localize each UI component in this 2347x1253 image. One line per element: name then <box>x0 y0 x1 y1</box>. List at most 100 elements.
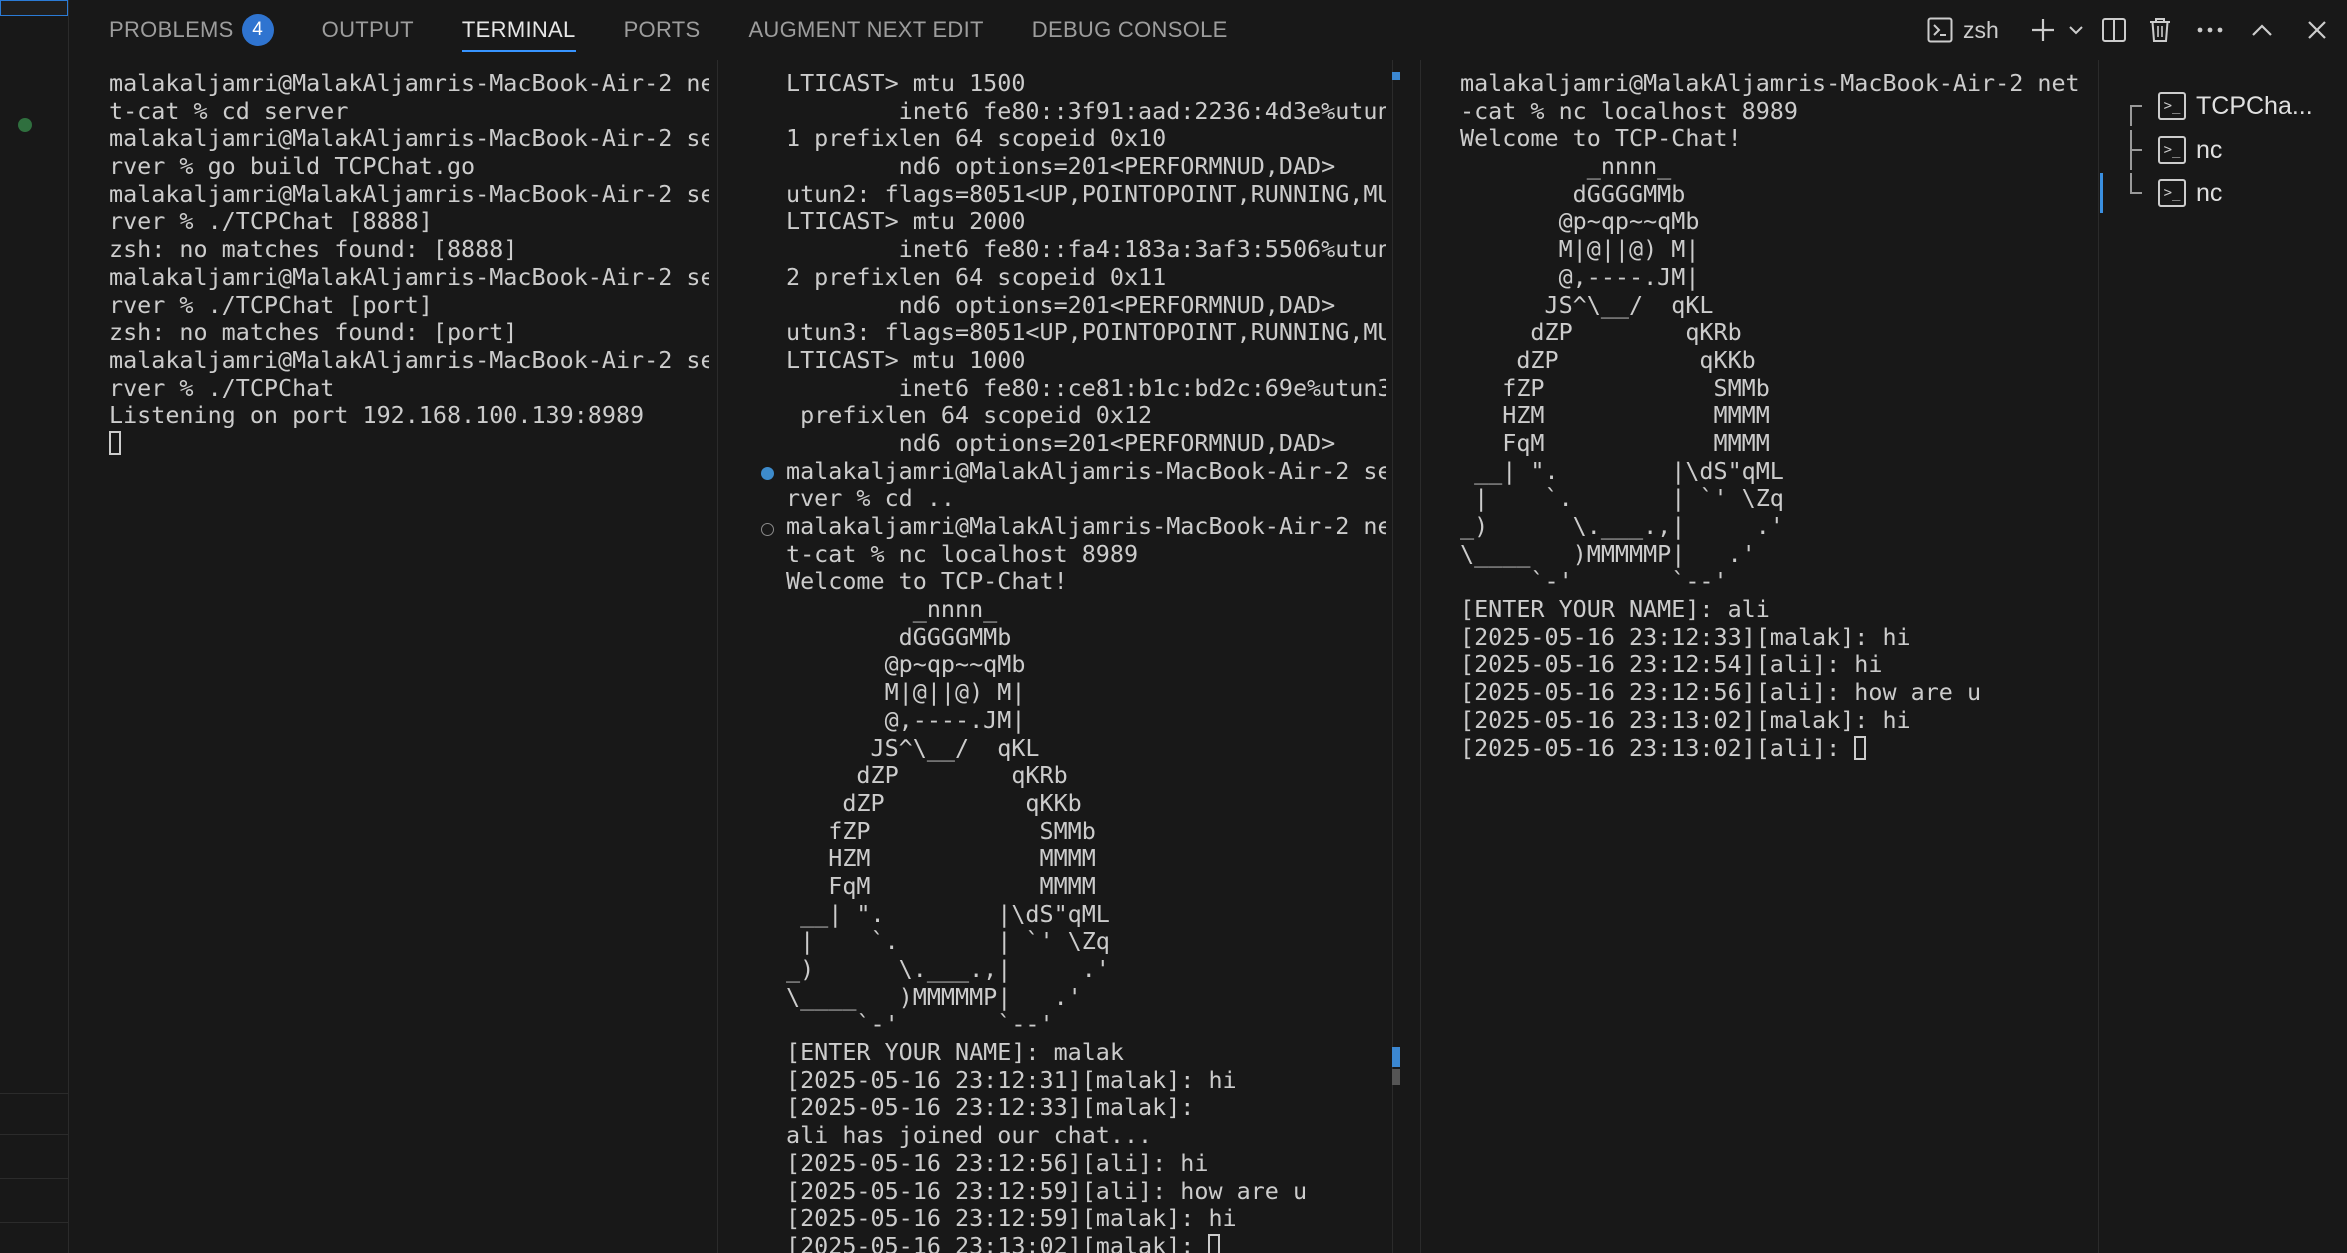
terminal-line: [ENTER YOUR NAME]: malak <box>786 1038 1124 1067</box>
terminal-list-item-selected[interactable]: >_ nc <box>2100 173 2347 213</box>
terminal-line: rver % ./TCPChat <box>109 373 335 402</box>
tab-augment-next-edit[interactable]: AUGMENT NEXT EDIT <box>724 0 1007 60</box>
trash-icon[interactable] <box>2137 17 2183 43</box>
terminal-line: 1 prefixlen 64 scopeid 0x10 <box>786 124 1167 153</box>
terminal-line: malakaljamri@MalakAljamris-MacBook-Air-2… <box>1460 70 2080 97</box>
terminal-line: prefixlen 64 scopeid 0x12 <box>786 401 1153 430</box>
terminal-line: malakaljamri@MalakAljamris-MacBook-Air-2… <box>786 456 1386 485</box>
more-icon[interactable] <box>2183 27 2237 33</box>
terminal-line: [2025-05-16 23:12:59][malak]: hi <box>786 1204 1237 1233</box>
terminal-line: Welcome to TCP-Chat! <box>1460 124 1742 153</box>
terminal-list: >_ TCPCha... >_ nc >_ nc <box>2100 60 2347 1253</box>
sidebar-divider <box>0 1093 68 1094</box>
terminal-line: malakaljamri@MalakAljamris-MacBook-Air-2… <box>786 512 1386 540</box>
terminal-line: LTICAST> mtu 1500 <box>786 70 1026 97</box>
terminal-line: M|@||@) M| <box>786 678 1026 707</box>
terminal-list-item[interactable]: >_ nc <box>2100 130 2347 170</box>
terminal-line: utun3: flags=8051<UP,POINTOPOINT,RUNNING… <box>786 318 1386 347</box>
terminal-line: @p~qp~~qMb <box>786 650 1026 679</box>
terminal-pane-client-malak[interactable]: LTICAST> mtu 1500 inet6 fe80::3f91:aad:2… <box>786 70 1386 1253</box>
vscode-panel: PROBLEMS 4 OUTPUT TERMINAL PORTS AUGMENT… <box>0 0 2347 1253</box>
terminal-line: malakaljamri@MalakAljamris-MacBook-Air-2… <box>109 124 709 153</box>
sidebar-divider <box>0 1222 68 1223</box>
terminal-line <box>109 430 709 458</box>
terminal-cursor <box>109 430 121 455</box>
terminal-line: utun2: flags=8051<UP,POINTOPOINT,RUNNING… <box>786 179 1386 208</box>
tab-label: DEBUG CONSOLE <box>1031 17 1228 42</box>
sidebar-selected-item[interactable] <box>0 0 68 16</box>
terminal-line: _) \.___.,| .' <box>1460 512 1784 540</box>
terminal-line: zsh: no matches found: [port] <box>109 318 518 347</box>
sidebar-divider <box>0 1178 68 1179</box>
split-icon[interactable] <box>2091 17 2137 43</box>
terminal-line: __| ". |\dS"qML <box>786 899 1110 928</box>
terminal-line: dZP qKKb <box>786 788 1082 817</box>
terminal-line: fZP SMMb <box>1460 373 1770 402</box>
terminal-line: t-cat % cd server <box>109 96 349 125</box>
terminal-line: | `. | `' \Zq <box>1460 484 1784 513</box>
terminal-line: rver % cd .. <box>786 484 955 513</box>
terminal-line: \____ )MMMMMP| .' <box>786 982 1082 1011</box>
terminal-icon <box>1927 17 1953 43</box>
terminal-line: malakaljamri@MalakAljamris-MacBook-Air-2… <box>109 262 709 291</box>
tab-label: TERMINAL <box>461 17 576 42</box>
terminal-line: @,----.JM| <box>1460 262 1700 291</box>
terminal-profile-button[interactable]: zsh <box>1927 17 2025 44</box>
terminal-line: malakaljamri@MalakAljamris-MacBook-Air-2… <box>109 345 709 374</box>
pane-divider[interactable] <box>2098 60 2099 1253</box>
panel-actions: zsh <box>1927 0 2347 60</box>
terminal-icon: >_ <box>2158 179 2186 207</box>
tab-ports[interactable]: PORTS <box>600 0 725 60</box>
terminal-list-item[interactable]: >_ TCPCha... <box>2100 86 2347 126</box>
terminal-icon: >_ <box>2158 92 2186 120</box>
tab-problems[interactable]: PROBLEMS 4 <box>68 0 298 60</box>
terminal-line: __| ". |\dS"qML <box>1460 456 1784 485</box>
terminal-line: [2025-05-16 23:13:02][ali]: <box>1460 734 2080 763</box>
terminal-cursor <box>1208 1233 1221 1253</box>
terminal-line: Listening on port 192.168.100.139:8989 <box>109 401 645 430</box>
terminal-line: -cat % nc localhost 8989 <box>1460 96 1798 125</box>
tab-terminal[interactable]: TERMINAL <box>438 0 600 60</box>
chevron-down-icon[interactable] <box>2061 22 2091 38</box>
terminal-line: [2025-05-16 23:12:33][malak]: hi <box>1460 622 1911 651</box>
terminal-line: [ENTER YOUR NAME]: ali <box>1460 595 1770 624</box>
terminal-line: @p~qp~~qMb <box>1460 207 1700 236</box>
terminal-line: Welcome to TCP-Chat! <box>786 567 1068 596</box>
terminal-line: LTICAST> mtu 2000 <box>786 207 1026 236</box>
terminal-line: JS^\__/ qKL <box>786 733 1040 762</box>
tab-debug-console[interactable]: DEBUG CONSOLE <box>1008 0 1252 60</box>
terminal-list-label: nc <box>2196 135 2223 164</box>
scrollbar-indicator[interactable] <box>1392 1047 1400 1067</box>
plus-icon[interactable] <box>2025 17 2061 43</box>
terminal-line: malakaljamri@MalakAljamris-MacBook-Air-2… <box>109 179 709 208</box>
tree-connector <box>2126 130 2158 170</box>
terminal-line: dZP qKRb <box>786 761 1068 790</box>
terminal-line: inet6 fe80::fa4:183a:3af3:5506%utun <box>786 235 1386 264</box>
close-icon[interactable] <box>2287 20 2347 40</box>
pane-divider[interactable] <box>717 60 718 1253</box>
pane-divider[interactable] <box>1420 60 1421 1253</box>
terminal-line: [2025-05-16 23:13:02][malak]: hi <box>1460 705 1911 734</box>
problems-count-badge: 4 <box>241 14 274 46</box>
terminal-line: FqM MMMM <box>786 871 1096 900</box>
terminal-line: _nnnn_ <box>1460 152 1672 181</box>
terminal-pane-client-ali[interactable]: malakaljamri@MalakAljamris-MacBook-Air-2… <box>1460 70 2080 1253</box>
terminal-icon: >_ <box>2158 136 2186 164</box>
terminal-line: [2025-05-16 23:12:33][malak]: <box>786 1093 1195 1122</box>
terminal-line: _nnnn_ <box>786 595 998 624</box>
command-running-marker-icon[interactable] <box>761 523 774 536</box>
tab-output[interactable]: OUTPUT <box>298 0 438 60</box>
command-success-marker-icon[interactable] <box>761 467 774 480</box>
terminal-line: [2025-05-16 23:12:56][ali]: how are u <box>1460 678 1982 707</box>
terminal-line: nd6 options=201<PERFORMNUD,DAD> <box>786 290 1336 319</box>
terminal-line: [2025-05-16 23:12:56][ali]: hi <box>786 1148 1209 1177</box>
sidebar-strip <box>0 0 69 1253</box>
terminal-pane-server[interactable]: malakaljamri@MalakAljamris-MacBook-Air-2… <box>109 70 709 1253</box>
chevron-up-icon[interactable] <box>2237 23 2287 37</box>
terminal-line: inet6 fe80::ce81:b1c:bd2c:69e%utun3 <box>786 373 1386 402</box>
scrollbar-thumb[interactable] <box>1392 1069 1400 1085</box>
scrollbar-indicator[interactable] <box>1392 72 1400 80</box>
terminal-line: dZP qKKb <box>1460 345 1756 374</box>
sidebar-divider <box>0 1134 68 1135</box>
tab-label: OUTPUT <box>321 17 414 42</box>
